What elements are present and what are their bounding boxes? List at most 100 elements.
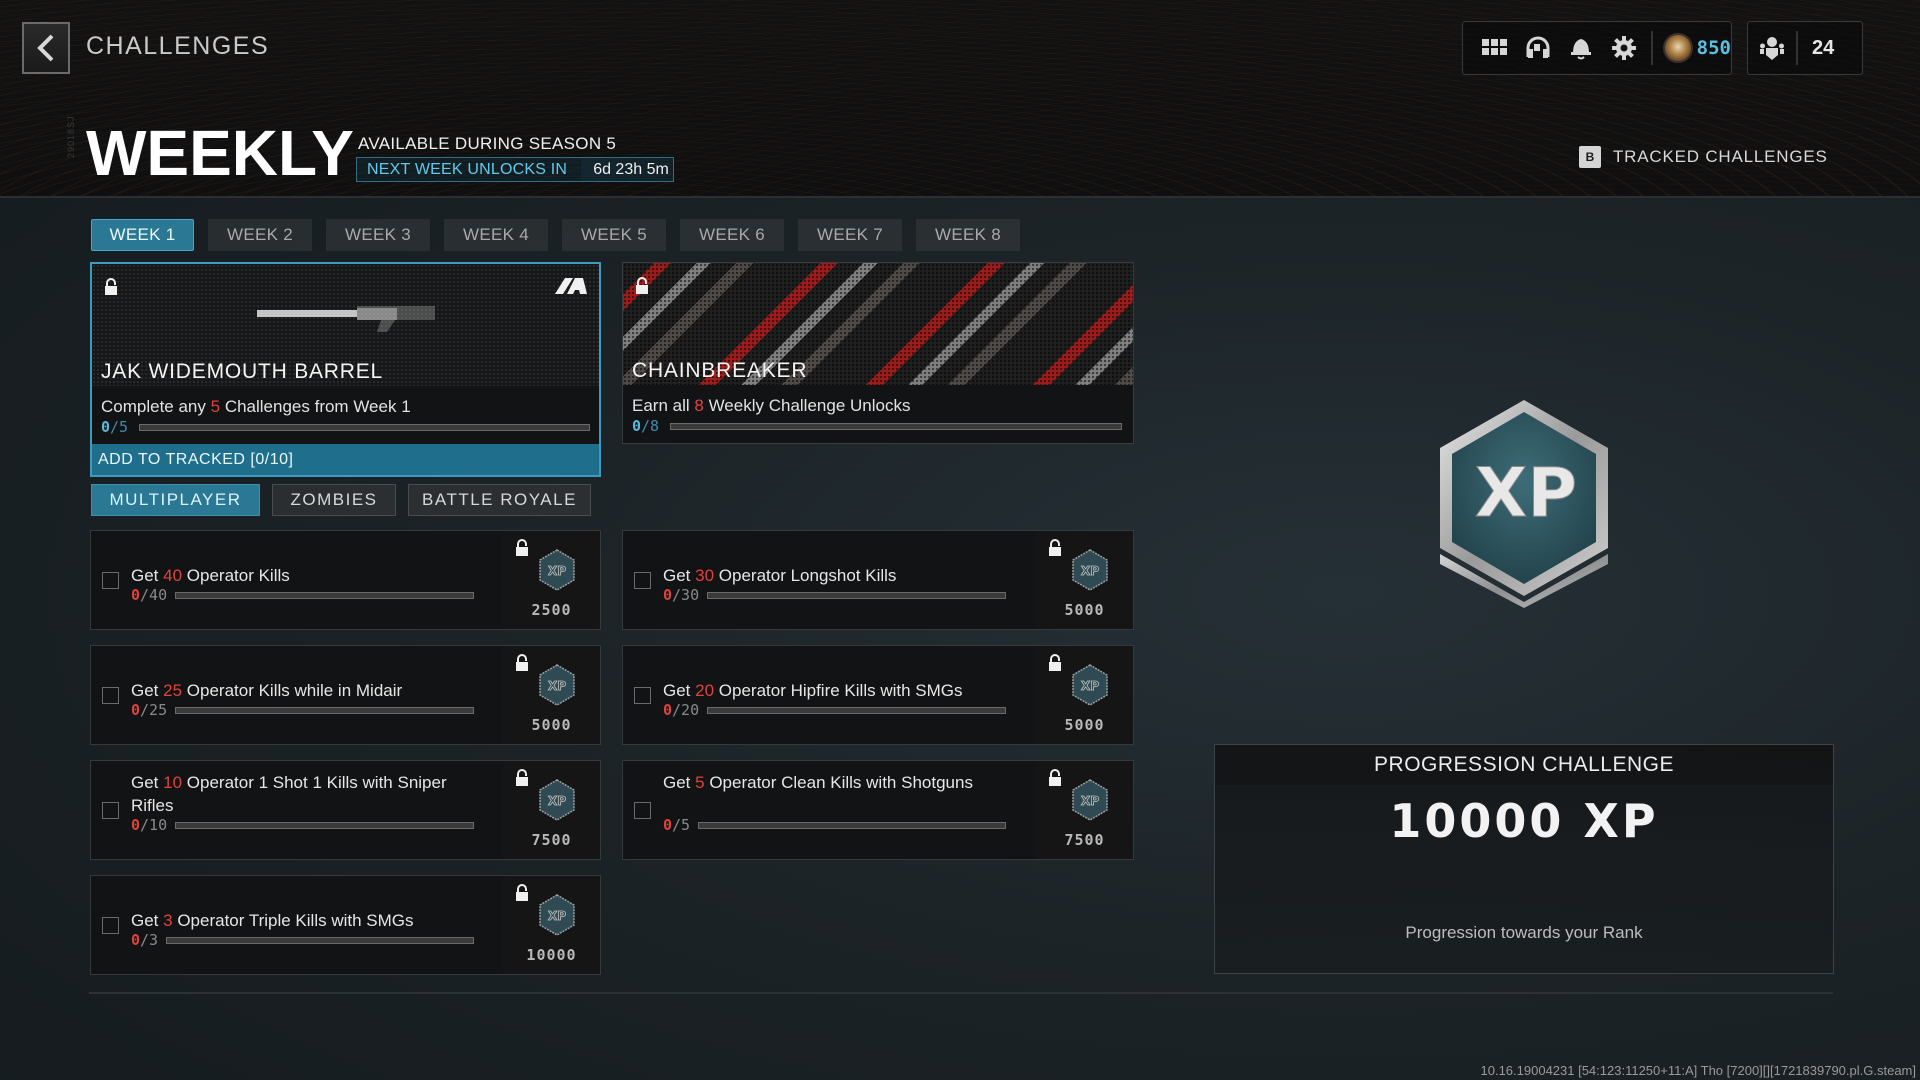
track-checkbox[interactable] bbox=[634, 687, 651, 704]
challenge-row[interactable]: Get 30 Operator Longshot Kills 0/30 XP 5… bbox=[622, 530, 1134, 630]
bell-icon[interactable] bbox=[1559, 26, 1602, 70]
tracked-challenges-button[interactable]: B TRACKED CHALLENGES bbox=[1579, 146, 1828, 168]
title-text: Operator Clean Kills with Shotguns bbox=[704, 773, 973, 792]
challenge-row[interactable]: Get 25 Operator Kills while in Midair 0/… bbox=[90, 645, 601, 745]
progress-bar bbox=[698, 821, 1006, 829]
title-count: 3 bbox=[163, 911, 173, 930]
track-checkbox[interactable] bbox=[634, 802, 651, 819]
apps-grid-icon[interactable] bbox=[1473, 26, 1516, 70]
desc-text: Weekly Challenge Unlocks bbox=[703, 396, 911, 415]
title-text: Get bbox=[663, 773, 696, 792]
progress-count: 0/8 bbox=[632, 417, 670, 435]
tab-week-7[interactable]: WEEK 7 bbox=[798, 219, 902, 251]
track-checkbox[interactable] bbox=[102, 917, 119, 934]
divider bbox=[1651, 31, 1654, 65]
add-to-tracked-button[interactable]: ADD TO TRACKED [0/10] bbox=[92, 444, 599, 475]
progress-count: 0/25 bbox=[131, 701, 167, 719]
xp-token-icon: XP bbox=[539, 549, 575, 591]
progress-count: 0/40 bbox=[131, 586, 167, 604]
unlock-icon bbox=[105, 278, 117, 295]
progress-bar bbox=[139, 423, 590, 431]
top-icon-bar: 850 bbox=[1462, 21, 1732, 75]
challenge-progress: 0/30 bbox=[663, 586, 1006, 604]
xp-token-icon: XP bbox=[1072, 779, 1108, 821]
track-checkbox[interactable] bbox=[102, 572, 119, 589]
unlock-icon bbox=[636, 277, 648, 294]
challenge-row[interactable]: Get 5 Operator Clean Kills with Shotguns… bbox=[622, 760, 1134, 860]
tab-multiplayer[interactable]: MULTIPLAYER bbox=[91, 484, 260, 516]
headset-icon[interactable] bbox=[1516, 26, 1559, 70]
challenge-progress: 0/3 bbox=[131, 931, 474, 949]
party-panel[interactable]: 24 bbox=[1747, 21, 1863, 75]
reward-progress: 0/8 bbox=[632, 417, 1122, 435]
season-availability: AVAILABLE DURING SEASON 5 bbox=[358, 134, 617, 153]
track-checkbox[interactable] bbox=[634, 572, 651, 589]
challenge-row[interactable]: Get 20 Operator Hipfire Kills with SMGs … bbox=[622, 645, 1134, 745]
xp-reward-amount: 7500 bbox=[531, 831, 572, 849]
progress-current: 0 bbox=[663, 586, 673, 604]
challenge-progress: 0/20 bbox=[663, 701, 1006, 719]
back-button[interactable] bbox=[22, 22, 70, 74]
title-text: Get bbox=[131, 773, 164, 792]
challenge-row[interactable]: Get 3 Operator Triple Kills with SMGs 0/… bbox=[90, 875, 601, 975]
title-text: Get bbox=[131, 566, 164, 585]
tab-battle-royale[interactable]: BATTLE ROYALE bbox=[408, 484, 591, 516]
reward-card-jak-widemouth-barrel[interactable]: JAK WIDEMOUTH BARREL Complete any 5 Chal… bbox=[90, 262, 601, 477]
xp-emblem-icon: XP bbox=[1440, 400, 1608, 608]
track-checkbox[interactable] bbox=[102, 802, 119, 819]
divider bbox=[1796, 31, 1798, 65]
progress-bar bbox=[670, 422, 1122, 430]
title-text: Operator Hipfire Kills with SMGs bbox=[714, 681, 963, 700]
progress-bar bbox=[175, 706, 474, 714]
challenge-progress: 0/25 bbox=[131, 701, 474, 719]
challenge-progress: 0/40 bbox=[131, 586, 474, 604]
challenge-row[interactable]: Get 10 Operator 1 Shot 1 Kills with Snip… bbox=[90, 760, 601, 860]
chevron-left-icon bbox=[37, 34, 54, 62]
party-icon[interactable] bbox=[1748, 24, 1796, 72]
weapon-brand-icon bbox=[555, 278, 587, 294]
tab-zombies[interactable]: ZOMBIES bbox=[272, 484, 396, 516]
progress-count: 0/30 bbox=[663, 586, 699, 604]
gear-icon[interactable] bbox=[1602, 26, 1645, 70]
timer-value: 6d 23h 5m bbox=[581, 158, 673, 181]
progress-count: 0/5 bbox=[663, 816, 690, 834]
challenge-title: Get 20 Operator Hipfire Kills with SMGs bbox=[663, 679, 1003, 702]
lock-icon bbox=[1049, 539, 1061, 556]
tab-week-6[interactable]: WEEK 6 bbox=[680, 219, 784, 251]
progress-count: 0/5 bbox=[101, 418, 139, 436]
progress-current: 0 bbox=[663, 816, 673, 834]
title-count: 20 bbox=[695, 681, 715, 700]
progress-total: /8 bbox=[641, 417, 660, 435]
weapon-barrel-icon bbox=[257, 306, 435, 332]
track-checkbox[interactable] bbox=[102, 687, 119, 704]
lock-icon bbox=[1049, 654, 1061, 671]
xp-reward-amount: 10000 bbox=[526, 946, 577, 964]
challenge-reward: XP 2500 bbox=[503, 531, 600, 629]
xp-token-icon: XP bbox=[539, 779, 575, 821]
progress-total: /5 bbox=[672, 816, 691, 834]
desc-count: 8 bbox=[694, 396, 704, 415]
challenge-reward: XP 7500 bbox=[1036, 761, 1133, 859]
tab-week-2[interactable]: WEEK 2 bbox=[208, 219, 312, 251]
reward-card-chainbreaker[interactable]: CHAINBREAKER Earn all 8 Weekly Challenge… bbox=[622, 262, 1134, 444]
tab-week-3[interactable]: WEEK 3 bbox=[326, 219, 430, 251]
lock-icon bbox=[516, 654, 528, 671]
tab-week-1[interactable]: WEEK 1 bbox=[91, 219, 194, 251]
b-key-icon: B bbox=[1579, 146, 1601, 168]
challenge-row[interactable]: Get 40 Operator Kills 0/40 XP 2500 bbox=[90, 530, 601, 630]
tab-week-5[interactable]: WEEK 5 bbox=[562, 219, 666, 251]
progress-bar bbox=[707, 706, 1006, 714]
title-text: Operator Kills bbox=[182, 566, 290, 585]
tab-week-8[interactable]: WEEK 8 bbox=[916, 219, 1020, 251]
title-count: 5 bbox=[695, 773, 705, 792]
progress-total: /25 bbox=[140, 701, 168, 719]
progress-current: 0 bbox=[632, 417, 642, 435]
tab-week-4[interactable]: WEEK 4 bbox=[444, 219, 548, 251]
challenge-progress: 0/10 bbox=[131, 816, 474, 834]
desc-count: 5 bbox=[210, 397, 221, 416]
challenge-reward: XP 5000 bbox=[1036, 531, 1133, 629]
lock-icon bbox=[516, 884, 528, 901]
progress-total: /30 bbox=[672, 586, 700, 604]
currency-badge-icon[interactable] bbox=[1663, 33, 1693, 63]
progress-total: /20 bbox=[672, 701, 700, 719]
